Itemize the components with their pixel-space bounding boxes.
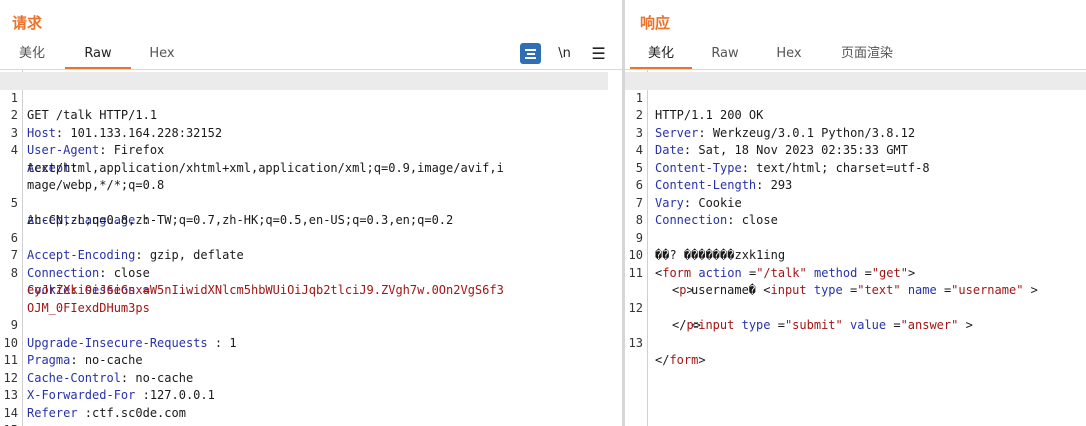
- code-line: 11 <p>: [625, 247, 1086, 298]
- code-line: 4 Content-Type: text/html; charset=utf-8: [625, 125, 1086, 175]
- code-line: 12 <input type ="submit" value ="answer"…: [625, 282, 1086, 333]
- response-title: 响应: [640, 14, 671, 32]
- code-line-wrapped: eyJrZXkiOiJ6eGsxaW5nIiwidXNlcm5hbWUiOiJq…: [0, 265, 622, 297]
- line-number: 13: [628, 335, 643, 350]
- code-line: 5 Accept-Language :: [0, 177, 622, 228]
- code-line-wrapped: mage/webp,*/*;q=0.8: [0, 160, 622, 192]
- code-line: 3 Date: Sat, 18 Nov 2023 02:35:33 GMT: [625, 107, 1086, 158]
- code-line: 11 Cache-Control: no-cache: [0, 335, 622, 385]
- newline-toggle-button[interactable]: \n: [554, 43, 575, 64]
- code-line: 12 X-Forwarded-For :127.0.0.1: [0, 352, 622, 403]
- code-line: 10 Pragma: no-cache: [0, 317, 622, 368]
- code-line: 6 Vary: Cookie: [625, 160, 1086, 210]
- code-line: 4 Accept:: [0, 125, 622, 175]
- code-line: 2 Host: 101.133.164.228:32152: [0, 90, 622, 140]
- code-line-wrapped: OJM_0FIexdDHum3ps: [0, 282, 622, 315]
- wrap-lines-icon[interactable]: [520, 43, 541, 64]
- code-line: 8: [625, 195, 1086, 227]
- code-line: 7 Connection: close: [625, 177, 1086, 228]
- code-line: 2 Server: Werkzeug/3.0.1 Python/3.8.12: [625, 90, 1086, 140]
- code-line: 1 GET /talk HTTP/1.1: [0, 72, 608, 122]
- code-line: 5 Content-Length: 293: [625, 142, 1086, 193]
- code-line-wrapped: </p>: [672, 318, 701, 332]
- code-line: 15: [0, 405, 622, 426]
- code-line: 13 Referer :ctf.sc0de.com: [0, 370, 622, 420]
- line-number: 15: [0, 422, 18, 426]
- tab-hex[interactable]: Hex: [767, 40, 811, 67]
- http-message-viewer: 请求 美化 Raw Hex \n ☰ 1 GET /talk HTTP/1.1 …: [0, 0, 1086, 426]
- hamburger-menu-icon[interactable]: ☰: [588, 43, 609, 64]
- code-line: 3 User-Agent: Firefox: [0, 107, 622, 158]
- code-line-wrapped: text/html,application/xhtml+xml,applicat…: [0, 142, 622, 175]
- code-line: 1 HTTP/1.1 200 OK: [625, 72, 1086, 122]
- html-tag: form: [669, 353, 699, 367]
- tab-pretty[interactable]: 美化: [10, 40, 54, 67]
- code-line: 14: [0, 387, 622, 420]
- code-line: 9 Upgrade-Insecure-Requests : 1: [0, 300, 622, 350]
- code-line: 8 Cookie: session =: [0, 247, 622, 298]
- tab-pretty[interactable]: 美化: [630, 40, 692, 69]
- response-pane: 响应 美化 Raw Hex 页面渲染 1 HTTP/1.1 200 OK 2 S…: [625, 0, 1086, 426]
- tab-render[interactable]: 页面渲染: [831, 40, 903, 67]
- tab-hex[interactable]: Hex: [140, 40, 184, 67]
- code-line: 10 <form action ="/talk" method ="get">: [625, 230, 1086, 280]
- tab-raw[interactable]: Raw: [65, 40, 131, 69]
- request-title: 请求: [12, 14, 43, 32]
- code-line: 6 Accept-Encoding: gzip, deflate: [0, 212, 622, 263]
- request-pane: 请求 美化 Raw Hex \n ☰ 1 GET /talk HTTP/1.1 …: [0, 0, 622, 426]
- code-line: 9 ��? �������zxk1ing: [625, 212, 1086, 263]
- code-line: 13 </form>: [625, 317, 1086, 368]
- code-line-wrapped: username� <input type ="text" name ="use…: [691, 283, 1038, 297]
- response-editor[interactable]: 1 HTTP/1.1 200 OK 2 Server: Werkzeug/3.0…: [625, 70, 1086, 426]
- request-editor[interactable]: 1 GET /talk HTTP/1.1 2 Host: 101.133.164…: [0, 70, 622, 426]
- response-tabs: 美化 Raw Hex 页面渲染: [625, 40, 1086, 70]
- code-line-wrapped: zh-CN,zh;q=0.8,zh-TW;q=0.7,zh-HK;q=0.5,e…: [0, 195, 622, 227]
- code-line: 7 Connection: close: [0, 230, 622, 280]
- tab-raw[interactable]: Raw: [703, 40, 747, 67]
